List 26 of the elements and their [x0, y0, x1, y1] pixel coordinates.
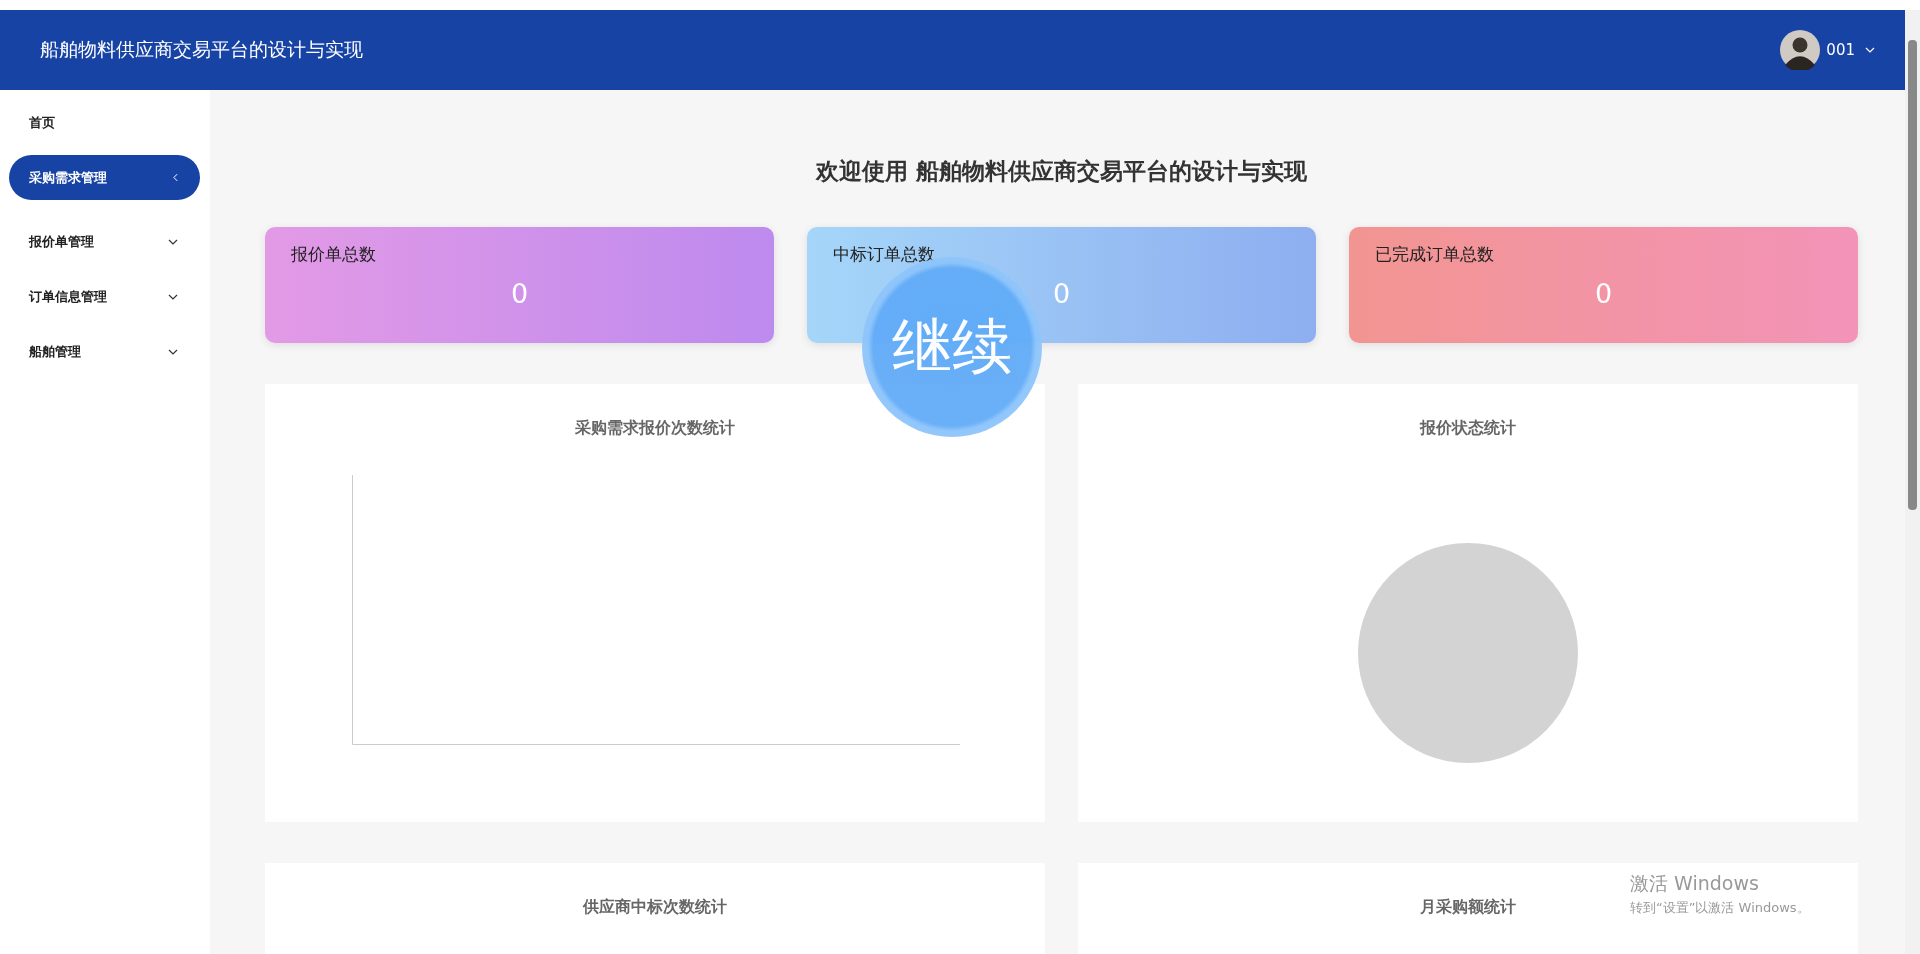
chart-title: 月采购额统计	[1420, 897, 1516, 918]
stat-value: 0	[1593, 278, 1614, 309]
sidebar-item[interactable]: 订单信息管理	[9, 274, 200, 319]
sidebar-item[interactable]: 采购需求管理	[9, 155, 200, 200]
chevron-down-icon	[168, 348, 178, 355]
chart-title: 供应商中标次数统计	[583, 897, 727, 918]
chevron-down-icon	[168, 293, 178, 300]
chevron-down-icon	[1865, 47, 1875, 53]
welcome-heading: 欢迎使用 船舶物料供应商交易平台的设计与实现	[814, 157, 1308, 186]
chart-title: 采购需求报价次数统计	[575, 418, 735, 439]
user-menu[interactable]: 001	[1780, 30, 1875, 70]
chart-title: 报价状态统计	[1420, 418, 1516, 439]
stat-label: 已完成订单总数	[1375, 243, 1495, 266]
sidebar-item[interactable]: 首页	[9, 100, 200, 145]
sidebar-item[interactable]: 船舶管理	[9, 329, 200, 374]
stat-value: 0	[509, 278, 530, 309]
scrollbar[interactable]	[1905, 10, 1920, 954]
sidebar-item[interactable]: 报价单管理	[9, 219, 200, 264]
chevron-left-icon	[173, 173, 178, 182]
site-title: 船舶物料供应商交易平台的设计与实现	[40, 37, 363, 62]
activation-text: 转到“设置”以激活 Windows。	[1630, 899, 1810, 917]
activation-title: 激活 Windows	[1630, 871, 1760, 896]
avatar-icon	[1780, 30, 1821, 70]
stat-value: 0	[1051, 278, 1072, 309]
stat-label: 报价单总数	[291, 243, 377, 266]
chevron-down-icon	[168, 238, 178, 245]
